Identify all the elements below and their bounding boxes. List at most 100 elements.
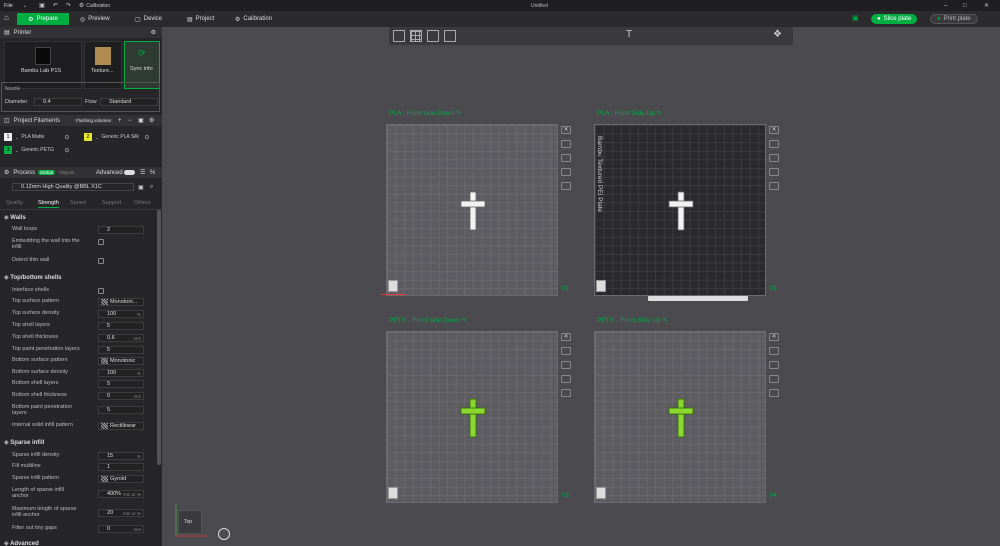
tab-quality[interactable]: Quality xyxy=(6,200,23,206)
plate-name-label[interactable]: PLA - Front side Down ✎ xyxy=(389,109,461,117)
top-paint-input[interactable]: 5 xyxy=(98,346,144,354)
camera-reset-icon[interactable] xyxy=(218,528,230,540)
sync-filament-icon[interactable]: ▣ xyxy=(138,117,144,124)
filament-settings-icon[interactable]: ⊙ xyxy=(64,147,69,154)
plate-close-icon[interactable]: ✕ xyxy=(561,126,571,134)
maximize-icon[interactable]: □ xyxy=(963,3,967,9)
percent-icon[interactable]: % xyxy=(150,170,155,176)
sidebar-scrollbar[interactable] xyxy=(157,210,161,465)
edit-icon[interactable]: ✎ xyxy=(662,317,667,324)
assembly-view-icon[interactable]: ❖ xyxy=(773,29,782,40)
plate-arrange-icon[interactable] xyxy=(561,361,571,369)
tab-preview[interactable]: ◎ Preview xyxy=(80,13,110,25)
plate-orient-icon[interactable] xyxy=(769,140,779,148)
print-plate-button[interactable]: ● Print plate xyxy=(930,14,978,24)
compare-icon[interactable]: ☰ xyxy=(140,169,145,176)
tab-device[interactable]: ▢ Device xyxy=(135,13,162,25)
add-filament-icon[interactable]: + xyxy=(118,118,122,124)
plate-lock-icon[interactable] xyxy=(769,375,779,383)
plate-arrange-icon[interactable] xyxy=(769,361,779,369)
filament-item[interactable]: 1 ⌄ PLA Matte ⊙ xyxy=(4,133,69,141)
cross-model[interactable] xyxy=(458,190,488,232)
filament-number-badge[interactable]: 3 xyxy=(4,146,12,154)
filament-settings-icon[interactable]: ⊙ xyxy=(64,134,69,141)
plate-close-icon[interactable]: ✕ xyxy=(769,126,779,134)
cross-model[interactable] xyxy=(666,397,696,439)
search-icon[interactable]: ⌕ xyxy=(150,184,153,191)
bottom-paint-input[interactable]: 5 xyxy=(98,406,144,414)
plate-name-label[interactable]: PETG - Front side Down ✎ xyxy=(389,316,467,324)
undo-icon[interactable]: ↶ xyxy=(53,2,58,9)
multiline-input[interactable]: 1 xyxy=(98,463,144,471)
top-pattern-select[interactable]: Monotoni... xyxy=(98,298,144,306)
top-density-input[interactable]: 100% xyxy=(98,310,144,318)
chevron-down-icon[interactable]: ⌄ xyxy=(95,135,98,140)
printer-settings-icon[interactable]: ⚙ xyxy=(151,29,156,36)
add-object-icon[interactable] xyxy=(393,30,405,42)
plate-orient-icon[interactable] xyxy=(769,347,779,355)
text-tool-icon[interactable]: T xyxy=(626,29,632,40)
bottom-layers-input[interactable]: 5 xyxy=(98,380,144,388)
filament-item[interactable]: 2 ⌄ Generic PLA Silk ⊙ xyxy=(84,133,149,141)
max-anchor-input[interactable]: 20 mm or % xyxy=(98,509,144,517)
edit-icon[interactable]: ✎ xyxy=(456,110,461,117)
cross-model[interactable] xyxy=(458,397,488,439)
plate-close-icon[interactable]: ✕ xyxy=(769,333,779,341)
bottom-pattern-select[interactable]: Monotonic xyxy=(98,357,144,365)
chevron-down-icon[interactable]: ⌄ xyxy=(15,135,18,140)
plate-orient-icon[interactable] xyxy=(561,347,571,355)
filament-number-badge[interactable]: 1 xyxy=(4,133,12,141)
tab-support[interactable]: Support xyxy=(102,200,121,206)
filament-settings-icon[interactable]: ⚙ xyxy=(149,117,154,124)
tab-calibration[interactable]: ⚙ Calibration xyxy=(235,13,272,25)
internal-pattern-select[interactable]: Rectilinear xyxy=(98,422,144,430)
arrange-icon[interactable] xyxy=(444,30,456,42)
diameter-select[interactable]: 0.4 xyxy=(34,98,82,106)
edit-icon[interactable]: ✎ xyxy=(657,110,662,117)
edit-icon[interactable]: ✎ xyxy=(462,317,467,324)
tab-strength[interactable]: Strength xyxy=(38,200,59,208)
plate-settings-icon[interactable] xyxy=(769,182,779,190)
calibration-menu[interactable]: Calibration xyxy=(86,3,110,9)
top-layers-input[interactable]: 5 xyxy=(98,322,144,330)
infill-pattern-select[interactable]: Gyroid xyxy=(98,475,144,483)
remove-filament-icon[interactable]: − xyxy=(128,118,132,124)
plate-name-label[interactable]: PETG - Front Side Up ✎ xyxy=(597,316,668,324)
setting-checkbox[interactable] xyxy=(98,288,104,294)
plate-lock-icon[interactable] xyxy=(769,168,779,176)
filament-settings-icon[interactable]: ⊙ xyxy=(144,134,149,141)
plate-lock-icon[interactable] xyxy=(561,168,571,176)
infill-density-input[interactable]: 15% xyxy=(98,452,144,460)
plate-settings-icon[interactable] xyxy=(561,182,571,190)
home-icon[interactable]: ⌂ xyxy=(4,13,9,22)
file-menu[interactable]: File xyxy=(4,3,13,9)
bottom-density-input[interactable]: 100% xyxy=(98,369,144,377)
plate-arrange-icon[interactable] xyxy=(561,154,571,162)
auto-orient-icon[interactable] xyxy=(427,30,439,42)
calibration-icon[interactable]: ⚙ xyxy=(79,2,84,9)
advanced-switch[interactable] xyxy=(124,170,135,175)
filament-number-badge[interactable]: 2 xyxy=(84,133,92,141)
chevron-down-icon[interactable]: ⌄ xyxy=(15,148,18,153)
filament-item[interactable]: 3 ⌄ Generic PETG ⊙ xyxy=(4,146,69,154)
top-thickness-input[interactable]: 0.6 mm xyxy=(98,334,144,342)
plate-settings-icon[interactable] xyxy=(561,389,571,397)
flushing-volumes-button[interactable]: Flushing volumes xyxy=(74,118,114,123)
global-toggle[interactable]: Global xyxy=(38,170,56,175)
plate-arrange-icon[interactable] xyxy=(769,154,779,162)
process-profile-select[interactable]: 0.12mm High Quality @BBL X1C xyxy=(12,183,134,191)
tab-others[interactable]: Others xyxy=(134,200,151,206)
3d-canvas[interactable] xyxy=(162,27,1000,546)
multi-device-icon[interactable]: ▣ xyxy=(852,14,859,22)
anchor-input[interactable]: 400% mm or % xyxy=(98,490,144,498)
bottom-thickness-input[interactable]: 0 mm xyxy=(98,392,144,400)
filter-gaps-input[interactable]: 0 mm xyxy=(98,525,144,533)
tab-prepare[interactable]: ⚙ Prepare xyxy=(17,13,69,25)
plate-name-label[interactable]: PLA - Front Side Up ✎ xyxy=(597,109,662,117)
redo-icon[interactable]: ↷ xyxy=(66,2,71,9)
chevron-down-icon[interactable]: ⌄ xyxy=(23,3,27,9)
save-profile-icon[interactable]: ▣ xyxy=(138,184,144,191)
plate-lock-icon[interactable] xyxy=(561,375,571,383)
minimize-icon[interactable]: – xyxy=(944,3,947,9)
close-icon[interactable]: ✕ xyxy=(984,2,989,9)
